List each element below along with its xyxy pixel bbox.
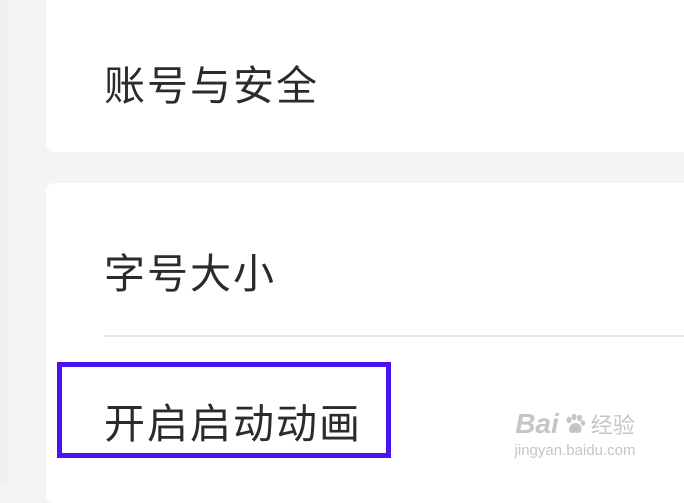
account-security-row[interactable]: 账号与安全 xyxy=(46,0,684,142)
account-settings-card: 账号与安全 xyxy=(46,0,684,152)
settings-page: 账号与安全 字号大小 开启启动动画 Bai 经验 jingyan.baidu.c… xyxy=(0,0,684,503)
account-security-label: 账号与安全 xyxy=(104,62,319,110)
display-settings-card: 字号大小 开启启动动画 xyxy=(46,183,684,503)
launch-animation-row[interactable]: 开启启动动画 xyxy=(46,337,684,467)
font-size-row[interactable]: 字号大小 xyxy=(46,183,684,335)
font-size-label: 字号大小 xyxy=(104,250,276,298)
left-edge xyxy=(0,0,8,484)
launch-animation-label: 开启启动动画 xyxy=(104,400,362,448)
